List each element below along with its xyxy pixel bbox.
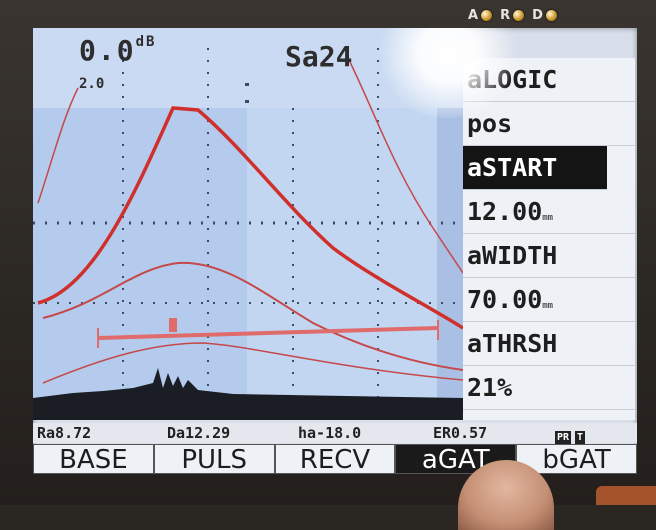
gate-region-right — [247, 108, 437, 420]
param-alogic-label[interactable]: aLOGIC — [463, 58, 635, 102]
function-menu-bar: BASE PULS RECV aGAT bGAT — [33, 444, 637, 474]
param-awidth-unit: mm — [542, 301, 554, 311]
indicator-d: D — [532, 8, 557, 23]
indicator-r-label: R — [500, 7, 511, 23]
param-astart-value[interactable]: 12.00mm — [463, 190, 635, 234]
gain-unit: dB — [135, 34, 157, 50]
edge-region — [437, 108, 463, 420]
menu-puls-button[interactable]: PULS — [153, 444, 275, 474]
gain-value: 0.0 — [79, 34, 136, 67]
mode-readout: Sa24 — [285, 40, 353, 73]
menu-recv-button[interactable]: RECV — [274, 444, 396, 474]
measurement-status-bar: Ra8.72 Da12.29 ha-18.0 ER0.57 PR T — [33, 423, 637, 444]
led-icon — [545, 9, 557, 21]
led-icon — [513, 9, 525, 21]
gain-step: 2.0 — [79, 76, 105, 92]
param-awidth-label[interactable]: aWIDTH — [463, 234, 635, 278]
status-flag-pr: PR — [555, 431, 572, 444]
param-astart-label[interactable]: aSTART — [463, 146, 607, 190]
param-awidth-value-text: 70.00 — [467, 285, 543, 314]
param-athrsh-label[interactable]: aTHRSH — [463, 322, 635, 366]
param-alogic-value[interactable]: pos — [463, 102, 635, 146]
status-flags: PR T — [555, 426, 589, 444]
param-awidth-text: aWIDTH — [467, 241, 558, 270]
status-er: ER0.57 — [433, 424, 488, 442]
param-astart-unit: mm — [542, 213, 554, 223]
param-astart-text: aSTART — [467, 153, 558, 182]
param-awidth-value[interactable]: 70.00mm — [463, 278, 635, 322]
status-ra: Ra8.72 — [37, 424, 92, 442]
flaw-detector-device: A R D 0.0dB 2.0 Sa24 aLOGIC pos aSTART 1… — [0, 0, 656, 530]
indicator-d-label: D — [532, 7, 543, 23]
param-alogic-text: aLOGIC — [467, 65, 558, 94]
led-icon — [481, 9, 493, 21]
status-ha: ha-18.0 — [298, 424, 362, 442]
lcd-screen: 0.0dB 2.0 Sa24 aLOGIC pos aSTART 12.00mm… — [33, 28, 637, 474]
param-astart-value-text: 12.00 — [467, 197, 543, 226]
status-flag-t: T — [575, 431, 586, 444]
gate-region-left — [33, 108, 247, 420]
status-indicators: A R D — [468, 4, 648, 26]
gate-a-marker[interactable] — [169, 318, 177, 332]
gain-readout[interactable]: 0.0dB — [79, 34, 156, 67]
indicator-a: A — [468, 7, 493, 23]
status-da: Da12.29 — [167, 424, 231, 442]
param-athrsh-text: aTHRSH — [467, 329, 558, 358]
param-athrsh-value-text: 21% — [467, 373, 513, 402]
indicator-a-label: A — [468, 7, 479, 23]
param-athrsh-value[interactable]: 21% — [463, 366, 635, 410]
indicator-r: R — [500, 7, 525, 23]
menu-base-button[interactable]: BASE — [33, 444, 154, 474]
parameter-panel: aLOGIC pos aSTART 12.00mm aWIDTH 70.00mm… — [463, 58, 635, 420]
device-corner-bumper — [596, 486, 656, 505]
param-alogic-value-text: pos — [467, 109, 513, 138]
